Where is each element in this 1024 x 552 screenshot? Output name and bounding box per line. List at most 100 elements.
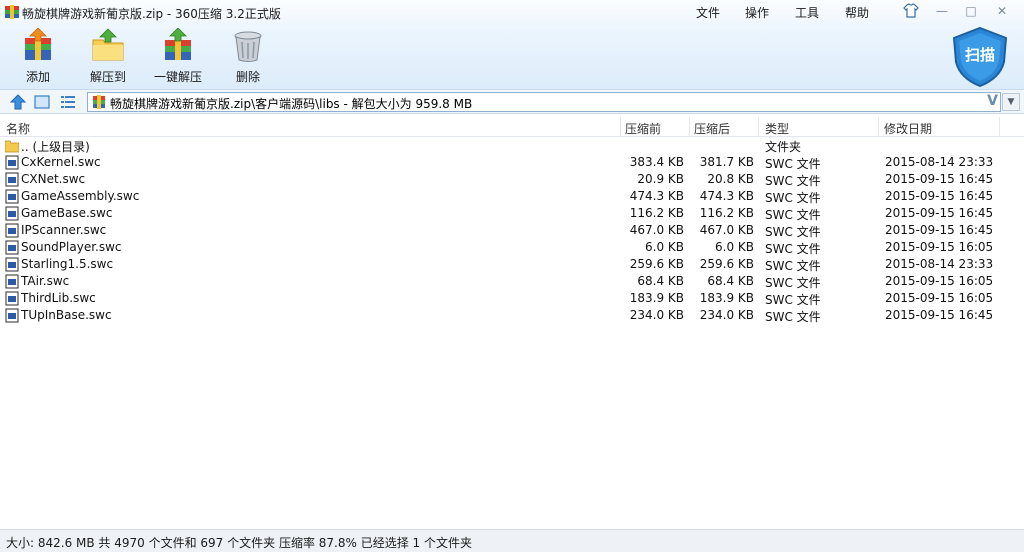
swc-file-icon	[5, 172, 19, 187]
table-row[interactable]: IPScanner.swc 467.0 KB 467.0 KB SWC 文件 2…	[0, 222, 1024, 239]
column-name[interactable]: 名称	[6, 120, 30, 137]
table-row[interactable]: ThirdLib.swc 183.9 KB 183.9 KB SWC 文件 20…	[0, 290, 1024, 307]
swc-file-icon	[5, 291, 19, 306]
file-name: Starling1.5.swc	[21, 257, 114, 271]
add-button[interactable]: 添加	[3, 26, 73, 86]
swc-file-icon	[5, 206, 19, 221]
column-divider[interactable]	[689, 117, 690, 137]
file-modified: 2015-09-15 16:05	[885, 240, 994, 254]
extract-to-button[interactable]: 解压到	[73, 26, 143, 86]
column-divider[interactable]	[620, 117, 621, 137]
delete-label: 删除	[235, 70, 260, 84]
file-name: SoundPlayer.swc	[21, 240, 122, 254]
file-unpacked: 234.0 KB	[699, 308, 754, 322]
address-bar: 畅旋棋牌游戏新葡京版.zip\客户端源码\libs - 解包大小为 959.8 …	[0, 90, 1024, 114]
address-v-mark: V	[987, 93, 998, 109]
status-bar: 大小: 842.6 MB 共 4970 个文件和 697 个文件夹 压缩率 87…	[0, 529, 1024, 552]
swc-file-icon	[5, 155, 19, 170]
column-divider[interactable]	[878, 117, 879, 137]
column-type[interactable]: 类型	[765, 120, 789, 137]
file-type: SWC 文件	[765, 208, 821, 222]
status-text: 大小: 842.6 MB 共 4970 个文件和 697 个文件夹 压缩率 87…	[6, 536, 472, 550]
minimize-button[interactable]: —	[933, 3, 951, 19]
file-unpacked: 20.8 KB	[707, 172, 754, 186]
swc-file-icon	[5, 240, 19, 255]
column-modified[interactable]: 修改日期	[884, 120, 932, 137]
archive-app-icon	[5, 5, 19, 19]
table-row[interactable]: Starling1.5.swc 259.6 KB 259.6 KB SWC 文件…	[0, 256, 1024, 273]
file-type: SWC 文件	[765, 191, 821, 205]
swc-file-icon	[5, 223, 19, 238]
file-type: SWC 文件	[765, 310, 821, 324]
table-row[interactable]: GameBase.swc 116.2 KB 116.2 KB SWC 文件 20…	[0, 205, 1024, 222]
file-type: SWC 文件	[765, 259, 821, 273]
folder-icon	[5, 140, 19, 153]
swc-file-icon	[5, 308, 19, 323]
app-header: 畅旋棋牌游戏新葡京版.zip - 360压缩 3.2正式版 文件 操作 工具 帮…	[0, 0, 1024, 90]
column-divider[interactable]	[758, 117, 759, 137]
skin-shirt-icon[interactable]	[902, 2, 920, 20]
add-archive-icon	[25, 28, 51, 60]
chevron-down-icon: ▼	[1007, 97, 1015, 107]
file-name: CxKernel.swc	[21, 155, 101, 169]
file-unpacked: 68.4 KB	[707, 274, 754, 288]
swc-file-icon	[5, 189, 19, 204]
menu-help[interactable]: 帮助	[845, 4, 869, 20]
list-view-icon[interactable]	[59, 93, 77, 111]
up-arrow-icon[interactable]	[9, 93, 27, 111]
close-button[interactable]: ✕	[993, 3, 1011, 19]
extract-to-label: 解压到	[89, 70, 126, 84]
menu-operate[interactable]: 操作	[745, 4, 769, 20]
file-name: CXNet.swc	[21, 172, 86, 186]
table-row[interactable]: CxKernel.swc 383.4 KB 381.7 KB SWC 文件 20…	[0, 154, 1024, 171]
file-type: SWC 文件	[765, 225, 821, 239]
file-modified: 2015-09-15 16:45	[885, 223, 994, 237]
file-unpacked: 116.2 KB	[699, 206, 754, 220]
file-unpacked: 183.9 KB	[699, 291, 754, 305]
column-packed[interactable]: 压缩前	[625, 120, 661, 137]
swc-file-icon	[5, 274, 19, 289]
file-name: TUpInBase.swc	[21, 308, 112, 322]
column-unpacked[interactable]: 压缩后	[694, 120, 730, 137]
path-input[interactable]: 畅旋棋牌游戏新葡京版.zip\客户端源码\libs - 解包大小为 959.8 …	[87, 92, 1001, 112]
file-unpacked: 381.7 KB	[699, 155, 754, 169]
file-modified: 2015-09-15 16:45	[885, 189, 994, 203]
table-row[interactable]: GameAssembly.swc 474.3 KB 474.3 KB SWC 文…	[0, 188, 1024, 205]
path-text: 畅旋棋牌游戏新葡京版.zip\客户端源码\libs - 解包大小为 959.8 …	[110, 97, 473, 111]
file-type: 文件夹	[765, 140, 802, 154]
table-row[interactable]: TAir.swc 68.4 KB 68.4 KB SWC 文件 2015-09-…	[0, 273, 1024, 290]
file-name: GameAssembly.swc	[21, 189, 140, 203]
one-click-extract-icon	[165, 28, 191, 60]
file-name: ThirdLib.swc	[21, 291, 96, 305]
file-modified: 2015-09-15 16:05	[885, 274, 994, 288]
table-row[interactable]: TUpInBase.swc 234.0 KB 234.0 KB SWC 文件 2…	[0, 307, 1024, 324]
menu-file[interactable]: 文件	[696, 4, 720, 20]
file-modified: 2015-09-15 16:05	[885, 291, 994, 305]
file-name: GameBase.swc	[21, 206, 113, 220]
column-divider[interactable]	[999, 117, 1000, 137]
file-modified: 2015-08-14 23:33	[885, 257, 994, 271]
file-unpacked: 259.6 KB	[699, 257, 754, 271]
file-name: IPScanner.swc	[21, 223, 107, 237]
table-row[interactable]: SoundPlayer.swc 6.0 KB 6.0 KB SWC 文件 201…	[0, 239, 1024, 256]
file-modified: 2015-08-14 23:33	[885, 155, 994, 169]
file-type: SWC 文件	[765, 157, 821, 171]
zip-archive-icon	[93, 95, 105, 109]
scan-label[interactable]: 扫描	[950, 44, 1010, 65]
one-click-extract-button[interactable]: 一键解压	[143, 26, 213, 86]
file-unpacked: 474.3 KB	[699, 189, 754, 203]
menu-tools[interactable]: 工具	[795, 4, 819, 20]
swc-file-icon	[5, 257, 19, 272]
add-label: 添加	[25, 70, 50, 84]
one-click-extract-label: 一键解压	[153, 70, 202, 84]
maximize-button[interactable]: □	[962, 3, 980, 19]
delete-button[interactable]: 删除	[213, 26, 283, 86]
list-item-parent[interactable]: .. (上级目录) 文件夹	[0, 137, 1024, 154]
trash-icon	[234, 31, 262, 62]
file-modified: 2015-09-15 16:45	[885, 172, 994, 186]
path-dropdown-button[interactable]: ▼	[1002, 93, 1020, 111]
thumbnail-view-icon[interactable]	[33, 93, 51, 111]
file-type: SWC 文件	[765, 293, 821, 307]
table-row[interactable]: CXNet.swc 20.9 KB 20.8 KB SWC 文件 2015-09…	[0, 171, 1024, 188]
file-unpacked: 467.0 KB	[699, 223, 754, 237]
